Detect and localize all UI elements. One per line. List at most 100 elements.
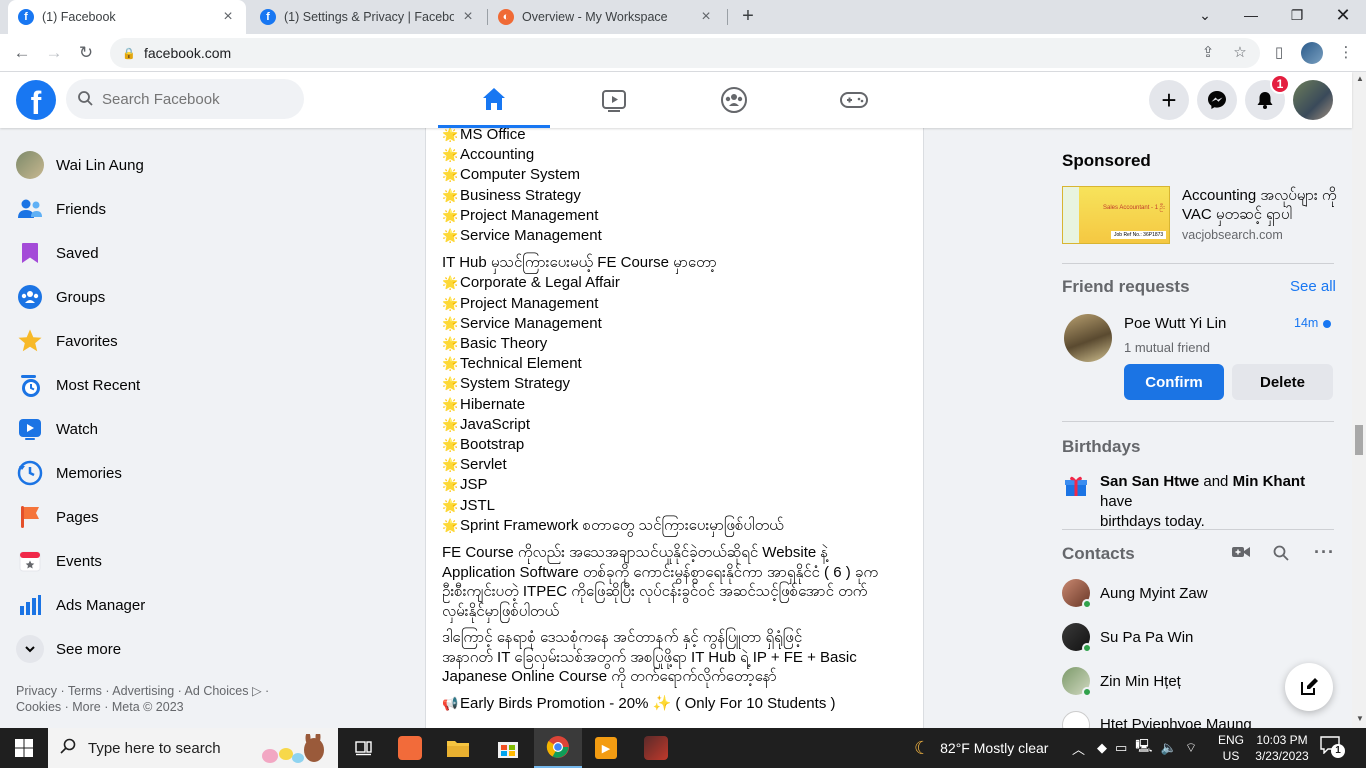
network-icon: 🖳 [1135,738,1153,753]
search-box[interactable] [66,79,304,119]
sidebar-item-saved[interactable]: Saved [8,231,338,275]
profile-avatar[interactable] [1301,42,1323,64]
birthday-name[interactable]: Min Khant [1233,473,1306,490]
scroll-up-arrow-icon[interactable]: ▲ [1356,74,1364,83]
account-avatar[interactable] [1293,80,1333,120]
sidebar-item-pages[interactable]: Pages [8,495,338,539]
share-icon[interactable]: ⇪ [1196,38,1220,68]
contact-item[interactable]: Zin Min Hțeț [1062,663,1181,699]
friend-request-name[interactable]: Poe Wutt Yi Lin [1124,315,1226,332]
home-icon [483,87,505,110]
taskbar-app-file-explorer[interactable] [434,728,482,768]
facebook-logo[interactable]: f [16,80,56,120]
browser-tab-facebook[interactable]: f (1) Facebook × [8,0,246,34]
side-panel-icon[interactable]: ▯ [1267,38,1291,68]
page-scrollbar[interactable]: ▲ ▼ [1352,72,1366,728]
contact-item[interactable]: Aung Myint Zaw [1062,575,1208,611]
sparkle-icon: 🌟 [442,497,459,513]
sidebar-item-groups[interactable]: Groups [8,275,338,319]
weather-widget[interactable]: ☾ 82°F Mostly clear [914,728,1048,768]
minimize-button[interactable]: — [1228,0,1274,30]
list-item: 🌟 Sprint Framework စတာတွေ သင်ကြားပေးမှာဖြ… [442,516,912,536]
close-window-button[interactable]: ✕ [1320,0,1366,30]
nav-tab-groups[interactable] [678,72,790,128]
close-tab-icon[interactable]: × [698,8,714,26]
tab-search-chevron-icon[interactable]: ⌄ [1182,0,1228,30]
tab-title: (1) Facebook [42,10,116,24]
taskbar-app-store[interactable] [484,728,532,768]
sidebar-item-label: Groups [56,288,106,306]
close-tab-icon[interactable]: × [220,8,236,26]
start-button[interactable] [0,728,48,768]
language-indicator[interactable]: ENG US [1218,732,1244,764]
search-input[interactable] [102,90,282,108]
gamepad-icon [840,92,868,108]
video-icon [602,90,626,112]
sidebar-item-friends[interactable]: Friends [8,187,338,231]
sparkle-icon: 🌟 [442,437,459,453]
sidebar-item-memories[interactable]: Memories [8,451,338,495]
sparkle-icon: 🌟 [442,356,459,372]
nav-tab-gaming[interactable] [798,72,910,128]
new-tab-button[interactable]: + [737,5,759,27]
address-bar[interactable]: 🔒 facebook.com [110,38,1260,68]
birthday-name[interactable]: San San Htwe [1100,473,1199,490]
bookmark-star-icon[interactable]: ☆ [1228,38,1252,68]
video-call-icon[interactable] [1232,545,1250,561]
clock[interactable]: 10:03 PM 3/23/2023 [1254,732,1310,764]
list-item: 🌟 Project Management [442,294,912,314]
confirm-button[interactable]: Confirm [1124,364,1224,400]
sidebar-item-events[interactable]: Events [8,539,338,583]
new-message-button[interactable] [1285,663,1333,711]
sparkle-icon: 🌟 [442,128,459,142]
reload-icon[interactable]: ↻ [73,40,99,66]
footer-line[interactable]: Cookies · More · Meta © 2023 [16,699,316,715]
friend-request-avatar[interactable] [1064,314,1112,362]
sidebar-item-most-recent[interactable]: Most Recent [8,363,338,407]
scroll-down-arrow-icon[interactable]: ▼ [1356,714,1364,723]
sidebar-item-watch[interactable]: Watch [8,407,338,451]
scrollbar-thumb[interactable] [1355,425,1363,455]
gift-icon [1064,474,1088,498]
menu-kebab-icon[interactable]: ⋮ [1334,38,1358,68]
create-plus-button[interactable]: + [1149,80,1189,120]
taskbar-app-paint[interactable] [386,728,434,768]
sidebar-item-profile[interactable]: Wai Lin Aung [8,143,338,187]
taskbar-app-game[interactable] [632,728,680,768]
nav-tab-watch[interactable] [558,72,670,128]
sidebar-item-label: Saved [56,244,99,262]
favorites-icon [16,327,44,355]
contact-item[interactable]: Htet Pyiephyoe Maung [1062,707,1252,728]
back-arrow-icon[interactable]: ← [9,40,35,66]
see-all-link[interactable]: See all [1290,278,1336,295]
action-center-button[interactable]: 1 [1320,736,1346,760]
sidebar-item-label: Pages [56,508,99,526]
show-hidden-icons[interactable]: ︿ [1072,728,1085,768]
sidebar-item-favorites[interactable]: Favorites [8,319,338,363]
taskbar-app-chrome[interactable] [534,728,582,768]
most-recent-icon [16,371,44,399]
contacts-options-icon[interactable]: ··· [1314,542,1335,563]
ad-title[interactable]: Accounting အလုပ်များ ကို VAC မှတဆင့် ရှာ… [1182,186,1342,224]
messenger-button[interactable] [1197,80,1237,120]
list-item: 🌟 Servlet [442,455,912,475]
chrome-icon [546,736,569,758]
taskbar-search[interactable]: Type here to search [48,728,338,768]
search-contacts-icon[interactable] [1273,545,1289,561]
tray-icons[interactable]: ◆ ▭ 🖳 🔈 ⌔ [1097,728,1197,768]
nav-tab-home[interactable] [438,72,550,128]
taskbar-app-media-player[interactable]: ▶ [582,728,630,768]
browser-tab-settings[interactable]: f (1) Settings & Privacy | Facebook × [250,0,486,34]
maximize-button[interactable]: ❐ [1274,0,1320,30]
sidebar-item-see-more[interactable]: See more [8,627,338,671]
delete-button[interactable]: Delete [1232,364,1333,400]
forward-arrow-icon[interactable]: → [41,40,67,66]
footer-line[interactable]: Privacy · Terms · Advertising · Ad Choic… [16,683,316,699]
browser-tab-workspace[interactable]: ◐ Overview - My Workspace × [488,0,724,34]
ad-image[interactable]: Sales Accountant - 1 ဦး Job Ref No.: 36P… [1062,186,1170,244]
contact-item[interactable]: Su Pa Pa Win [1062,619,1193,655]
browser-toolbar: ← → ↻ 🔒 facebook.com ⇪ ☆ ▯ ⋮ [0,34,1366,72]
sidebar-item-ads-manager[interactable]: Ads Manager [8,583,338,627]
task-view-button[interactable] [340,728,388,768]
close-tab-icon[interactable]: × [460,8,476,26]
